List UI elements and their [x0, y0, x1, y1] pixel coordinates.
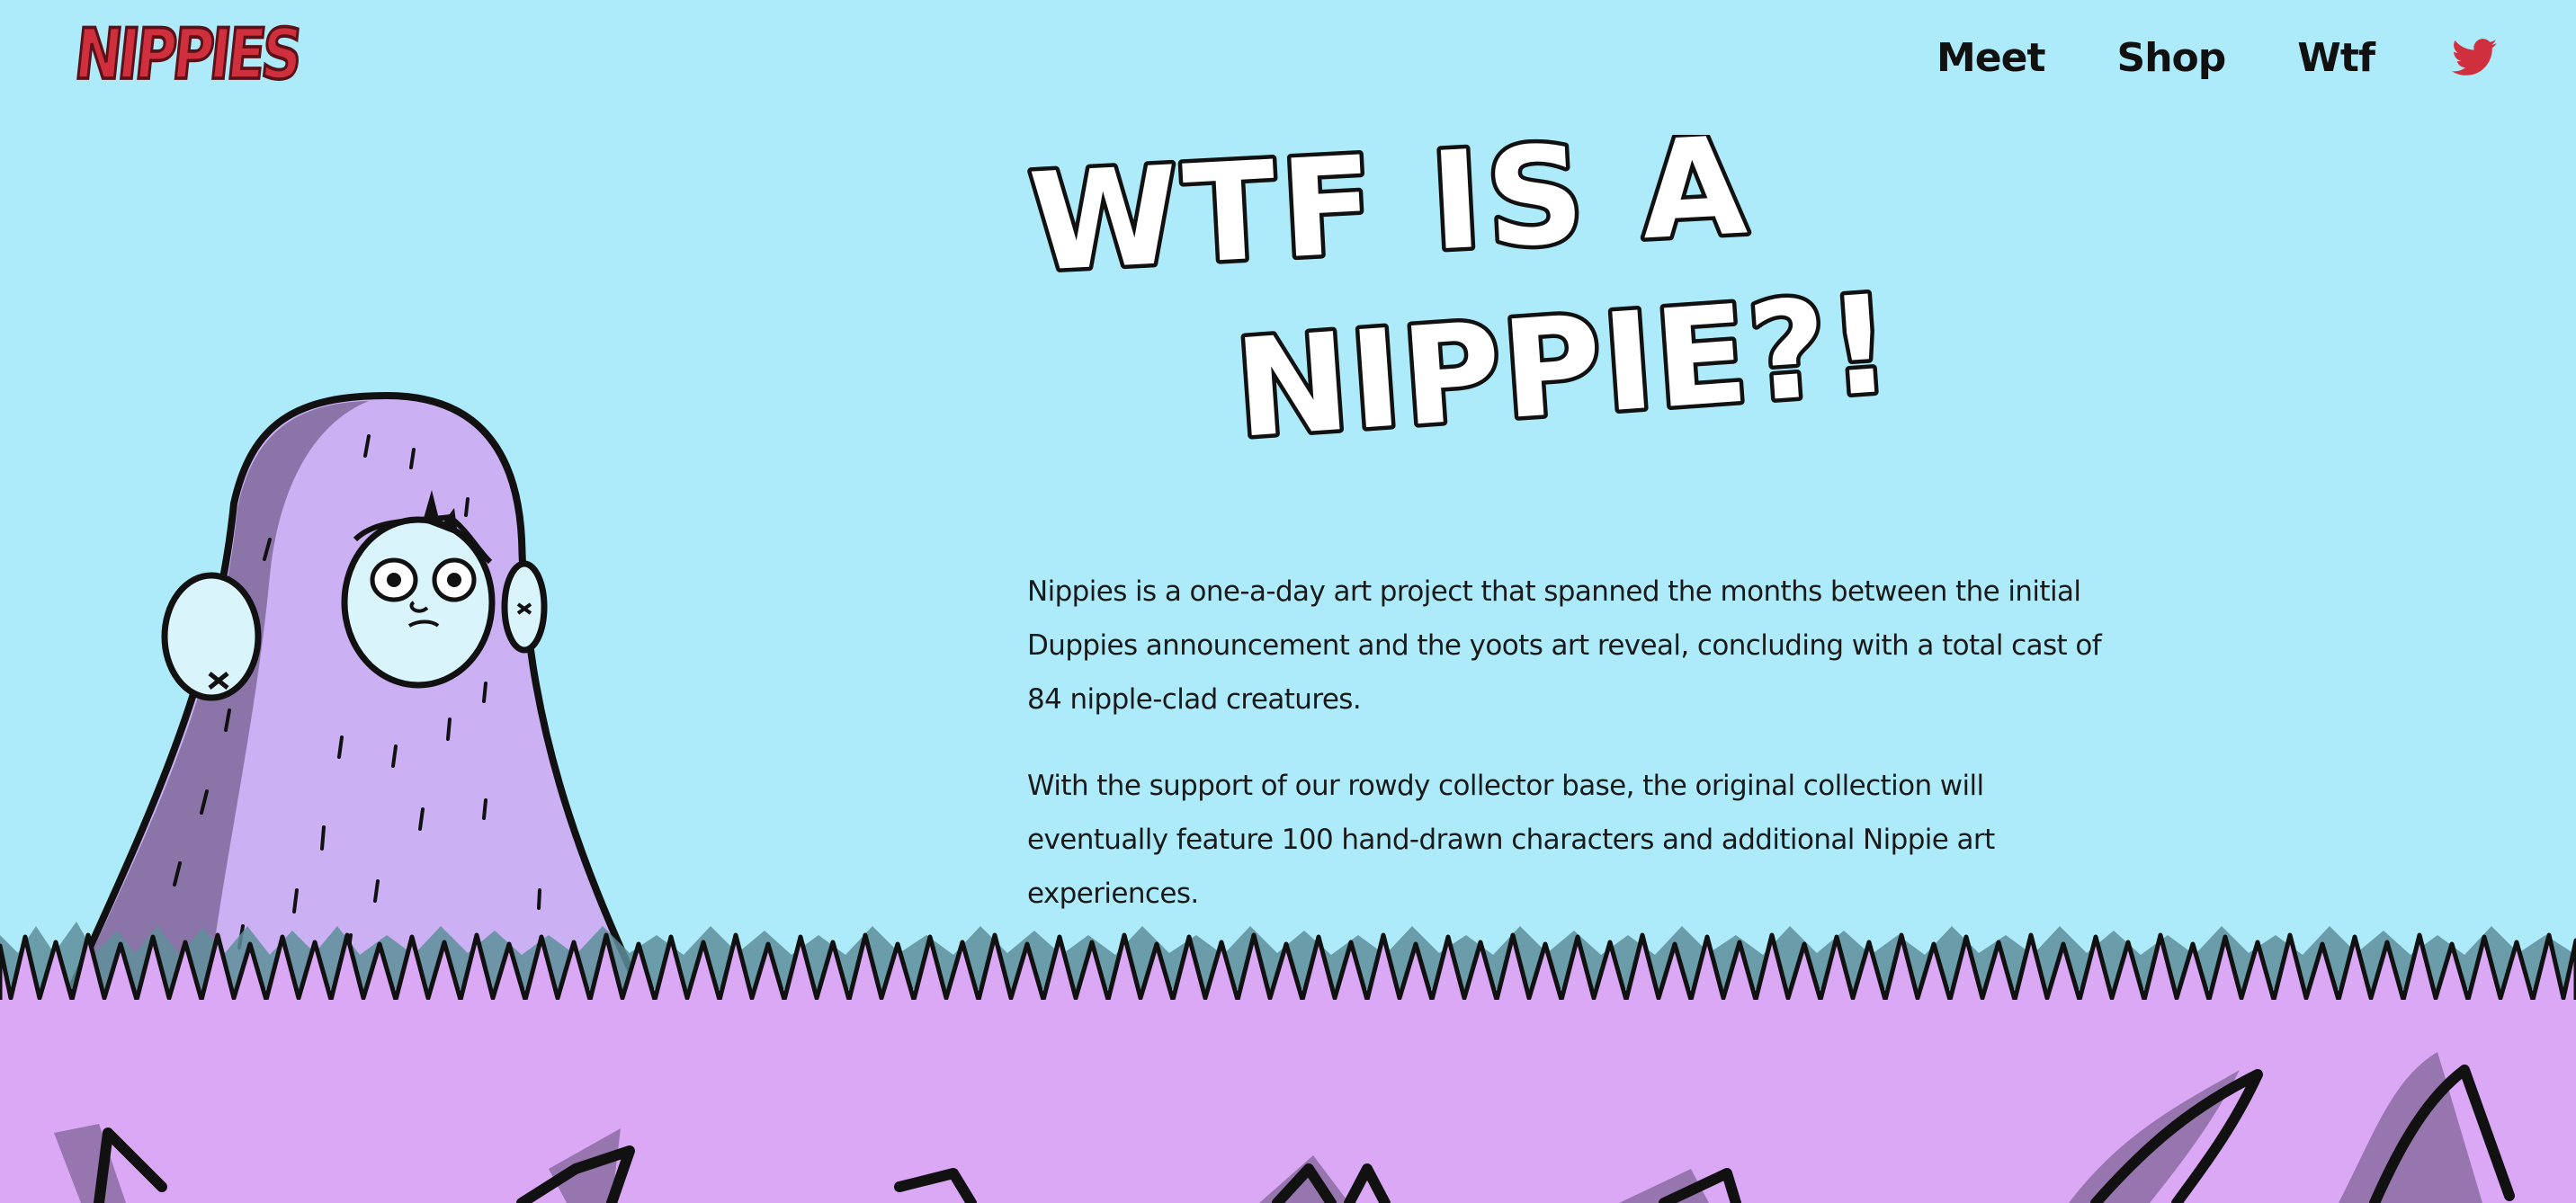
nippie-character — [57, 391, 654, 1011]
nav-link-wtf[interactable]: Wtf — [2297, 35, 2375, 81]
main-nav: Meet Shop Wtf — [1865, 31, 2497, 85]
nav-link-shop[interactable]: Shop — [2117, 35, 2227, 81]
logo[interactable]: NIPPIES — [70, 12, 305, 97]
hero-title-line-2: NIPPIE?! — [1230, 266, 1897, 468]
twitter-icon[interactable] — [2452, 39, 2497, 76]
hero-title-line-1: WTF IS A — [1026, 135, 1756, 302]
about-paragraph-2: With the support of our rowdy collector … — [1027, 770, 1995, 910]
about-content: Nippies is a one-a-day art project that … — [1027, 565, 2106, 953]
about-paragraph-1: Nippies is a one-a-day art project that … — [1027, 575, 2102, 716]
nav-link-meet[interactable]: Meet — [1936, 35, 2046, 81]
hero-title: WTF IS A NIPPIE?! — [1022, 135, 1901, 472]
